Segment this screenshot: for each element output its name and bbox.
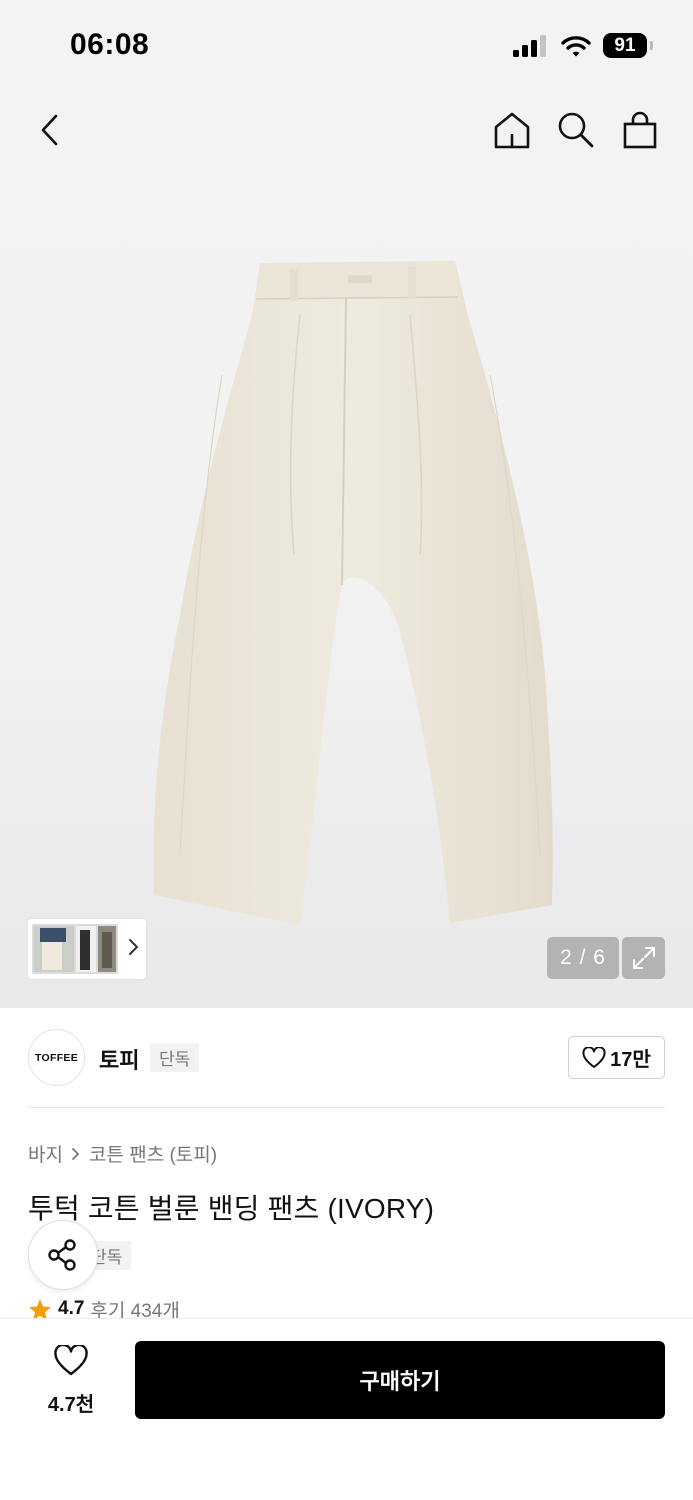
brand-like-button[interactable]: 17만 — [568, 1036, 665, 1079]
brand-like-count: 17만 — [610, 1049, 651, 1071]
rating-row[interactable]: 4.7 후기 434개 — [28, 1299, 180, 1319]
search-icon — [558, 112, 594, 148]
product-title: 투턱 코튼 벌룬 밴딩 팬츠 (IVORY) — [28, 1193, 435, 1224]
heart-icon — [582, 1046, 606, 1068]
star-icon — [29, 1299, 51, 1319]
status-time: 06:08 — [70, 28, 150, 61]
battery-indicator: 91 — [603, 33, 653, 58]
chevron-right-icon — [72, 1147, 80, 1160]
search-button[interactable] — [552, 102, 600, 158]
wifi-icon — [561, 35, 591, 56]
share-button[interactable] — [28, 1220, 98, 1290]
breadcrumb: 바지 코튼 팬츠 (토피) — [28, 1140, 217, 1167]
cart-button[interactable] — [616, 102, 664, 158]
brand-exclusive-badge: 단독 — [150, 1043, 200, 1072]
brand-row: TOFFEE 토피 단독 17만 — [28, 1029, 665, 1087]
wishlist-count: 4.7천 — [47, 1394, 95, 1416]
expand-button[interactable] — [622, 937, 665, 979]
wishlist-button[interactable]: 4.7천 — [30, 1343, 112, 1417]
thumbnail-strip[interactable] — [28, 919, 146, 979]
bottom-action-bar: 4.7천 구매하기 — [0, 1318, 693, 1500]
expand-icon — [632, 947, 655, 969]
brand-logo[interactable]: TOFFEE — [28, 1029, 85, 1086]
product-gallery[interactable]: 06:08 91 2 / 6 — [0, 0, 693, 1008]
thumbnail-image — [32, 924, 118, 974]
share-icon — [48, 1239, 76, 1271]
divider — [28, 1107, 665, 1108]
heart-icon — [54, 1343, 88, 1376]
review-count: 후기 434개 — [90, 1300, 180, 1320]
buy-button[interactable]: 구매하기 — [135, 1341, 665, 1419]
chevron-right-icon — [129, 939, 139, 955]
breadcrumb-subcategory[interactable]: 코튼 팬츠 (토피) — [89, 1140, 217, 1167]
home-icon — [494, 112, 530, 149]
status-icons: 91 — [513, 33, 653, 58]
back-icon — [41, 114, 58, 146]
status-bar: 06:08 91 — [0, 0, 693, 92]
brand-name[interactable]: 토피 — [99, 1043, 139, 1075]
image-counter: 2 / 6 — [547, 937, 619, 979]
rating-value: 4.7 — [58, 1299, 85, 1319]
signal-icon — [513, 34, 546, 57]
top-nav — [0, 92, 693, 172]
home-button[interactable] — [488, 102, 536, 158]
breadcrumb-category[interactable]: 바지 — [28, 1140, 63, 1167]
bag-icon — [623, 111, 657, 149]
back-button[interactable] — [26, 102, 74, 158]
product-image — [153, 261, 553, 925]
